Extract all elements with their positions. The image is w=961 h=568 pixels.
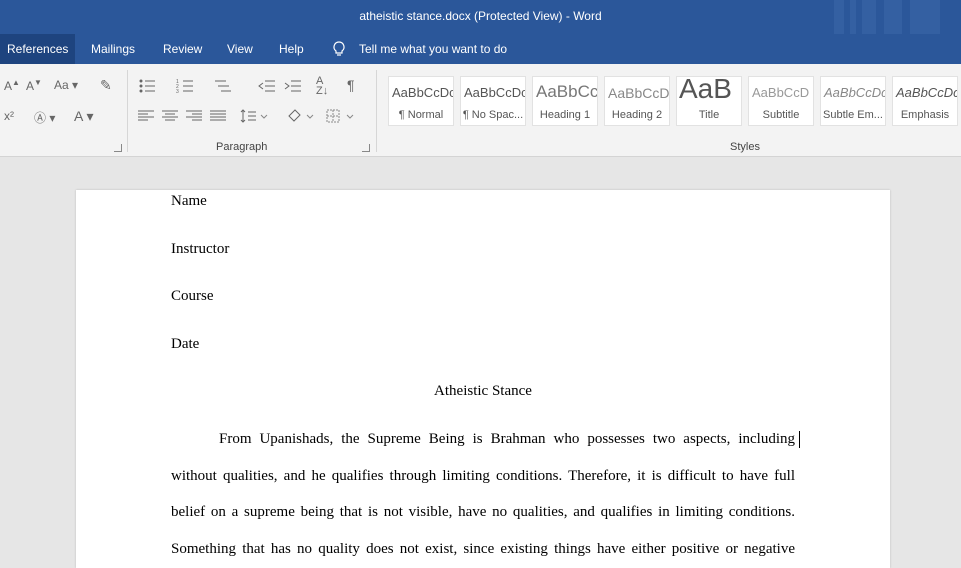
style-title[interactable]: AaB Title (676, 76, 742, 126)
title-decoration (834, 0, 844, 34)
body-line[interactable]: belief on a supreme being that is not vi… (171, 504, 795, 521)
svg-text:3: 3 (176, 89, 179, 94)
style-name: Emphasis (900, 109, 950, 121)
multilevel-list-icon[interactable] (214, 78, 232, 94)
text-effects-icon[interactable]: Ⓐ ▾ (34, 109, 55, 126)
show-formatting-marks-icon[interactable]: ¶ (347, 77, 355, 93)
style-subtle-emphasis[interactable]: AaBbCcDc Subtle Em... (820, 76, 886, 126)
body-line[interactable]: without qualities, and he qualifies thro… (171, 468, 795, 485)
change-case-button[interactable]: Aa ▾ (54, 78, 78, 92)
change-case-label: Aa (54, 78, 69, 92)
shading-icon[interactable] (286, 108, 316, 124)
superscript-icon[interactable]: x² (4, 109, 14, 123)
style-name: Subtitle (762, 109, 800, 121)
style-normal[interactable]: AaBbCcDc ¶ Normal (388, 76, 454, 126)
header-line-course[interactable]: Course (171, 288, 214, 305)
title-bar: atheistic stance.docx (Protected View) -… (0, 0, 961, 34)
style-heading-1[interactable]: AaBbCc Heading 1 (532, 76, 598, 126)
line-spacing-icon[interactable] (240, 108, 270, 124)
style-name: Title (698, 109, 720, 121)
body-line[interactable]: From Upanishads, the Supreme Being is Br… (219, 431, 795, 448)
title-decoration (862, 0, 876, 34)
group-separator (376, 70, 377, 152)
style-name: ¶ Normal (398, 109, 444, 121)
style-heading-2[interactable]: AaBbCcD Heading 2 (604, 76, 670, 126)
header-line-date[interactable]: Date (171, 336, 199, 353)
tab-references[interactable]: References (0, 34, 76, 64)
style-sample: AaBbCcDc (896, 85, 958, 100)
style-subtitle[interactable]: AaBbCcD Subtitle (748, 76, 814, 126)
title-decoration (850, 0, 856, 34)
align-center-icon[interactable] (162, 110, 178, 122)
title-decoration (884, 0, 902, 34)
style-sample: AaBbCcDc (392, 85, 454, 100)
align-left-icon[interactable] (138, 110, 154, 122)
style-sample: AaBbCcDc (824, 85, 886, 100)
style-sample: AaB (679, 76, 732, 104)
style-sample: AaBbCcDc (464, 85, 526, 100)
tab-mailings[interactable]: Mailings (84, 34, 142, 64)
decrease-indent-icon[interactable] (258, 78, 276, 94)
lightbulb-icon[interactable] (332, 41, 346, 57)
style-sample: AaBbCc (536, 82, 598, 101)
title-decoration (910, 0, 940, 34)
window-title: atheistic stance.docx (Protected View) -… (359, 9, 602, 23)
paragraph-dialog-launcher-icon[interactable] (362, 144, 370, 152)
style-name: Heading 1 (539, 109, 591, 121)
styles-group-label: Styles (730, 141, 760, 153)
increase-indent-icon[interactable] (284, 78, 302, 94)
header-line-instructor[interactable]: Instructor (171, 241, 229, 258)
sort-icon[interactable]: A Z↓ (316, 76, 328, 97)
text-cursor (799, 431, 800, 448)
bullets-icon[interactable] (138, 78, 156, 94)
tab-help[interactable]: Help (272, 34, 311, 64)
grow-font-icon[interactable]: A▲ (4, 78, 20, 93)
document-title[interactable]: Atheistic Stance (76, 383, 890, 400)
style-sample: AaBbCcD (752, 85, 810, 100)
style-name: Subtle Em... (823, 109, 883, 121)
font-color-button[interactable]: A ▾ (74, 108, 94, 125)
justify-icon[interactable] (210, 110, 226, 122)
ribbon: A▲ A▼ Aa ▾ ✎ x² Ⓐ ▾ A ▾ 123 A Z↓ ¶ Paragr… (0, 64, 961, 157)
group-separator (127, 70, 128, 152)
borders-icon[interactable] (326, 108, 356, 124)
style-name: Heading 2 (611, 109, 663, 121)
style-sample: AaBbCcD (608, 85, 670, 101)
numbering-icon[interactable]: 123 (176, 78, 194, 94)
tell-me-search[interactable]: Tell me what you want to do (359, 34, 507, 64)
font-dialog-launcher-icon[interactable] (114, 144, 122, 152)
shrink-font-icon[interactable]: A▼ (26, 78, 42, 93)
font-color-glyph: A (74, 108, 83, 124)
body-line[interactable]: Something that has no quality does not e… (171, 541, 795, 558)
clear-formatting-icon[interactable]: ✎ (100, 77, 112, 94)
header-line-name[interactable]: Name (171, 193, 207, 210)
style-name: ¶ No Spac... (462, 109, 524, 121)
paragraph-group-label: Paragraph (216, 141, 268, 153)
style-emphasis[interactable]: AaBbCcDc Emphasis (892, 76, 958, 126)
style-no-spacing[interactable]: AaBbCcDc ¶ No Spac... (460, 76, 526, 126)
tab-view[interactable]: View (220, 34, 260, 64)
ribbon-tab-bar: References Mailings Review View Help Tel… (0, 34, 961, 64)
align-right-icon[interactable] (186, 110, 202, 122)
tab-review[interactable]: Review (156, 34, 209, 64)
